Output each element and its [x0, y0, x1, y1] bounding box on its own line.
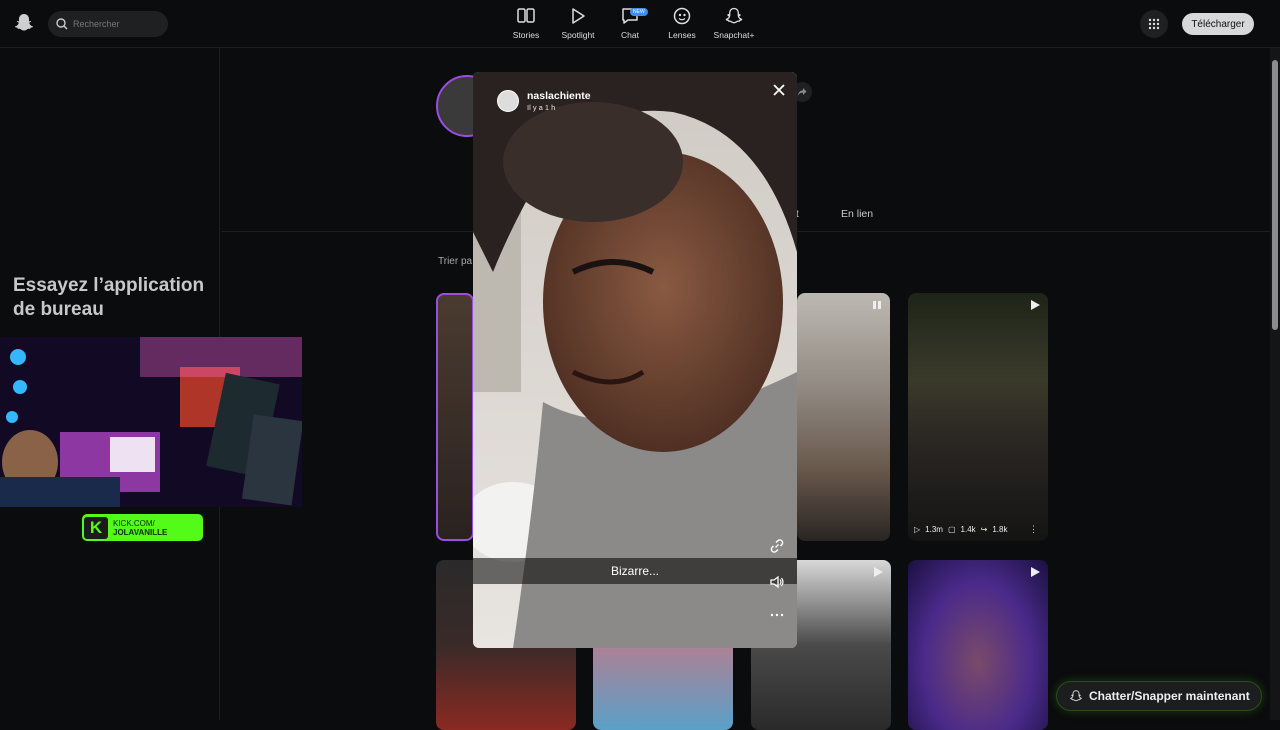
shares-icon: ↪ — [980, 525, 988, 534]
grid-thumb[interactable] — [436, 293, 474, 541]
search-input[interactable] — [73, 19, 163, 29]
snapchat-plus-icon — [725, 7, 743, 24]
story-caption: Bizarre... — [473, 558, 797, 584]
grid-thumb[interactable]: ▷ 1.3m ▢ 1.4k ↪ 1.8k ⋮ — [908, 293, 1048, 541]
nav-spotlight-label: Spotlight — [561, 30, 595, 40]
story-author-avatar[interactable] — [497, 90, 519, 112]
more-options-icon[interactable]: ⋮ — [1029, 524, 1038, 535]
volume-icon[interactable] — [769, 574, 785, 590]
grid-thumb[interactable] — [908, 560, 1048, 730]
desktop-app-promo: Essayez l’application de bureau — [13, 275, 205, 320]
nav-stories[interactable]: Stories — [500, 6, 552, 40]
nav-spotlight[interactable]: Spotlight — [552, 6, 604, 40]
stream-webcam-overlay — [0, 337, 302, 507]
more-options-icon[interactable] — [769, 607, 785, 623]
nav-snapchat-plus-label: Snapchat+ — [713, 30, 755, 40]
play-icon — [1031, 300, 1040, 310]
chat-cta-label: Chatter/Snapper maintenant — [1089, 689, 1250, 703]
top-bar: Stories Spotlight NEW Chat Lenses Snapch… — [0, 0, 1280, 48]
story-author[interactable]: naslachiente Il y a 1 h — [497, 90, 591, 112]
chat-new-badge: NEW — [630, 8, 648, 16]
nav-snapchat-plus[interactable]: Snapchat+ — [708, 6, 760, 40]
play-icon — [874, 567, 883, 577]
views-icon: ▷ — [914, 525, 921, 534]
shares-count: 1.8k — [992, 525, 1008, 534]
play-icon — [1031, 567, 1040, 577]
tab-linked[interactable]: En lien — [841, 208, 873, 220]
kick-line2: JOLAVANILLE — [113, 527, 168, 537]
grid-icon — [1148, 18, 1160, 30]
share-icon — [797, 88, 807, 96]
search-icon — [56, 18, 68, 30]
kick-logo-icon: K — [84, 516, 108, 539]
kick-channel-badge: K KICK.COM/ JOLAVANILLE — [82, 514, 203, 541]
nav-stories-label: Stories — [512, 30, 540, 40]
download-button[interactable]: Télécharger — [1182, 13, 1254, 35]
views-count: 1.3m — [925, 525, 943, 534]
chat-snap-now-button[interactable]: Chatter/Snapper maintenant — [1056, 681, 1262, 711]
play-icon — [873, 301, 881, 309]
close-icon[interactable] — [771, 82, 787, 98]
ghost-icon — [1070, 690, 1082, 702]
nav-chat-label: Chat — [621, 30, 639, 40]
main-nav: Stories Spotlight NEW Chat Lenses Snapch… — [500, 6, 760, 40]
nav-lenses[interactable]: Lenses — [656, 6, 708, 40]
grid-thumb[interactable] — [797, 293, 890, 541]
kick-line1: KICK.COM/ — [113, 518, 155, 528]
webcam-scene — [0, 337, 302, 507]
apps-grid-button[interactable] — [1140, 10, 1168, 38]
comments-icon: ▢ — [947, 525, 956, 534]
thumb-stats: ▷ 1.3m ▢ 1.4k ↪ 1.8k — [914, 525, 1007, 534]
page-scrollbar-thumb[interactable] — [1272, 60, 1278, 330]
snapchat-logo-icon[interactable] — [14, 12, 34, 34]
link-icon[interactable] — [769, 538, 785, 554]
story-author-name[interactable]: naslachiente — [527, 90, 591, 102]
nav-lenses-label: Lenses — [668, 30, 696, 40]
story-viewer[interactable]: naslachiente Il y a 1 h Bizarre... — [473, 72, 797, 648]
story-time-ago: Il y a 1 h — [527, 103, 556, 112]
lenses-icon — [673, 7, 691, 25]
stories-icon — [517, 8, 535, 23]
sort-label[interactable]: Trier pa — [438, 256, 472, 267]
spotlight-icon — [572, 8, 585, 24]
search-box[interactable] — [48, 11, 168, 37]
comments-count: 1.4k — [960, 525, 976, 534]
nav-chat[interactable]: NEW Chat — [604, 6, 656, 40]
